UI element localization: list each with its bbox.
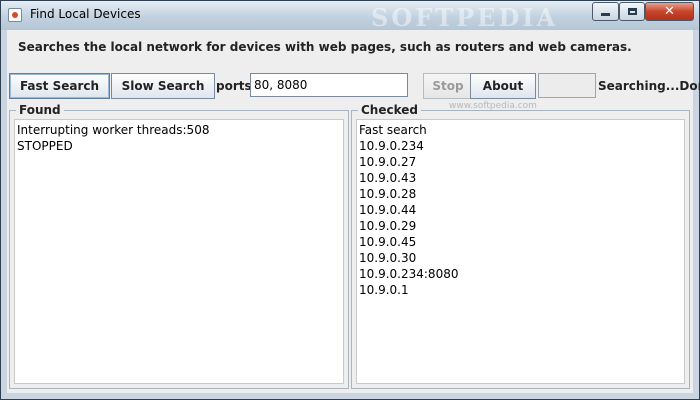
fast-search-button[interactable]: Fast Search [9,73,110,99]
list-item: 10.9.0.27 [359,155,417,169]
about-button[interactable]: About [470,73,536,99]
list-item: 10.9.0.44 [359,203,417,217]
slow-search-button[interactable]: Slow Search [111,73,215,99]
list-item: 10.9.0.30 [359,251,417,265]
list-item: STOPPED [17,139,73,153]
list-item: 10.9.0.29 [359,219,417,233]
title-bar[interactable]: Find Local Devices SOFTPEDIA ✕ [1,1,699,32]
list-item: 10.9.0.43 [359,171,417,185]
ports-input[interactable] [250,73,408,97]
list-item: 10.9.0.234:8080 [359,267,459,281]
maximize-button[interactable] [619,2,645,21]
java-cup-icon [8,8,22,22]
stop-button[interactable]: Stop [423,73,473,99]
list-item: 10.9.0.234 [359,139,424,153]
checked-legend: Checked [358,103,421,117]
main-content: Searches the local network for devices w… [7,30,700,393]
minimize-button[interactable] [592,2,619,21]
softpedia-watermark: SOFTPEDIA [371,3,559,32]
list-item: 10.9.0.45 [359,235,417,249]
status-text: Searching...Done [598,79,700,93]
found-legend: Found [16,103,64,117]
minimize-icon [601,13,610,16]
close-button[interactable]: ✕ [645,2,694,21]
list-item: Interrupting worker threads:508 [17,123,210,137]
found-list[interactable]: Interrupting worker threads:508 STOPPED [14,119,344,384]
list-item: 10.9.0.28 [359,187,417,201]
checked-list[interactable]: Fast search 10.9.0.234 10.9.0.27 10.9.0.… [356,119,685,384]
list-item: Fast search [359,123,427,137]
maximize-icon [627,8,637,15]
app-window: Find Local Devices SOFTPEDIA ✕ Searches … [0,0,700,400]
checked-panel: Checked Fast search 10.9.0.234 10.9.0.27… [351,103,690,389]
description-text: Searches the local network for devices w… [18,40,632,54]
list-item: 10.9.0.1 [359,283,409,297]
blank-field [538,73,596,98]
close-icon: ✕ [664,4,675,19]
found-panel: Found Interrupting worker threads:508 ST… [9,103,349,389]
window-title: Find Local Devices [30,7,141,21]
